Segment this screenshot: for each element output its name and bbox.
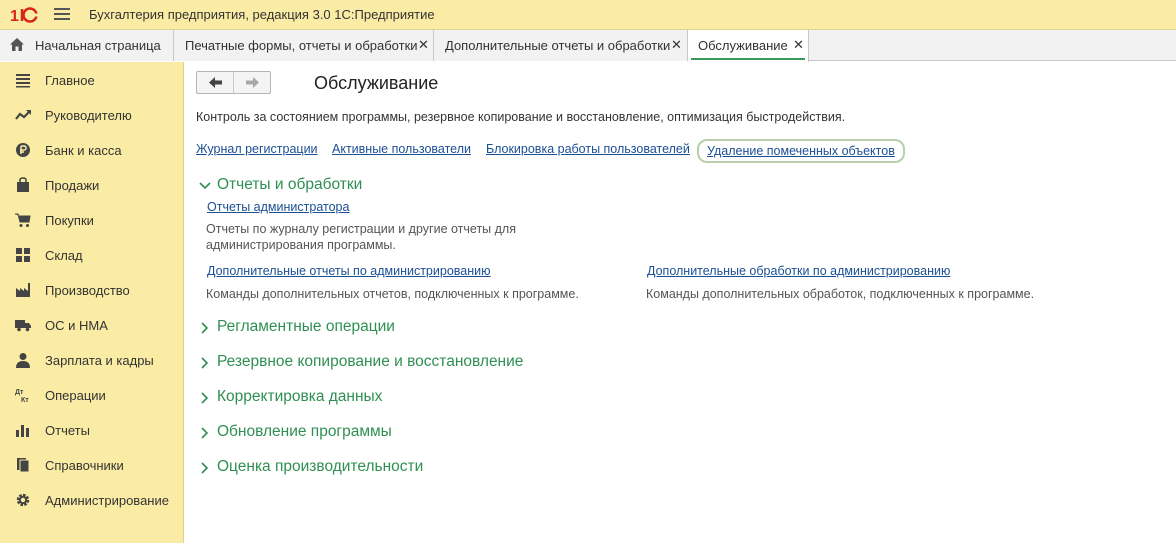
title-bar: 1 Бухгалтерия предприятия, редакция 3.0 … [0,0,1176,30]
tab-label: Печатные формы, отчеты и обработки [185,38,418,53]
gear-icon [16,493,30,507]
sidebar-item-production[interactable]: Производство [0,272,183,307]
sidebar-item-catalogs[interactable]: Справочники [0,447,183,482]
tab-additional-reports[interactable]: Дополнительные отчеты и обработки ✕ [434,30,688,61]
additional-reports-description: Команды дополнительных отчетов, подключе… [206,287,579,301]
link-admin-reports[interactable]: Отчеты администратора [207,200,349,214]
sidebar-item-operations[interactable]: Дт Кт Операции [0,377,183,412]
tab-bar: Начальная страница Печатные формы, отчет… [0,30,1176,62]
svg-text:1: 1 [10,8,19,24]
sidebar-item-purchases[interactable]: Покупки [0,202,183,237]
books-icon [17,458,30,473]
main-content: Обслуживание Контроль за состоянием прог… [185,62,1176,543]
debit-credit-icon: ДтКт [15,389,29,403]
sidebar-item-manager[interactable]: Руководителю [0,97,183,132]
main-menu-button[interactable] [54,8,70,22]
sidebar-item-main[interactable]: Главное [0,62,183,97]
sidebar-item-label: ОС и НМА [45,318,108,333]
section-title: Резервное копирование и восстановление [217,353,524,370]
sidebar-item-label: Продажи [45,178,100,193]
tab-home-label: Начальная страница [35,38,161,53]
sidebar-item-warehouse[interactable]: Склад [0,237,183,272]
link-additional-admin-reports[interactable]: Дополнительные отчеты по администрирован… [207,264,490,278]
sidebar-item-label: Главное [45,73,95,88]
tab-print-forms[interactable]: Печатные формы, отчеты и обработки ✕ [174,30,434,61]
sidebar-item-salary[interactable]: Зарплата и кадры [0,342,183,377]
page-description: Контроль за состоянием программы, резерв… [196,110,846,124]
link-event-log[interactable]: Журнал регистрации [196,142,318,156]
arrow-right-icon [246,77,259,88]
sidebar-item-administration[interactable]: Администрирование [0,482,183,517]
chevron-right-icon [201,462,209,474]
forward-button[interactable] [234,72,271,93]
svg-text:Кт: Кт [21,397,29,403]
close-icon[interactable]: ✕ [671,37,682,53]
close-icon[interactable]: ✕ [418,37,429,53]
chevron-right-icon [201,392,209,404]
list-icon [16,74,30,88]
sidebar-item-label: Отчеты [45,423,90,438]
home-icon [10,38,24,51]
factory-icon [16,283,30,297]
description-line: администрирования программы. [206,238,396,252]
nav-buttons [196,71,271,94]
sidebar-item-label: Склад [45,248,83,263]
tab-label: Дополнительные отчеты и обработки [445,38,671,53]
sidebar-item-label: Банк и касса [45,143,122,158]
active-tab-indicator [691,58,805,60]
truck-icon [15,320,31,332]
ruble-coin-icon [16,143,30,157]
additional-processors-description: Команды дополнительных обработок, подклю… [646,287,1035,301]
section-title: Оценка производительности [217,458,424,475]
sidebar-item-label: Справочники [45,458,124,473]
sidebar-item-bank[interactable]: Банк и касса [0,132,183,167]
warehouse-icon [16,248,30,262]
admin-reports-description: Отчеты по журналу регистрации и другие о… [206,221,516,253]
sidebar-item-reports[interactable]: Отчеты [0,412,183,447]
section-title: Регламентные операции [217,318,395,335]
trend-icon [15,110,31,120]
sidebar-item-sales[interactable]: Продажи [0,167,183,202]
tab-maintenance[interactable]: Обслуживание ✕ [688,30,809,62]
section-title: Обновление программы [217,423,392,440]
sidebar-item-label: Производство [45,283,130,298]
svg-text:Дт: Дт [15,389,24,396]
chevron-right-icon [201,322,209,334]
sidebar-item-label: Зарплата и кадры [45,353,154,368]
1c-logo: 1 [10,7,39,24]
shopping-bag-icon [17,177,29,192]
chevron-down-icon [199,182,211,190]
description-line: Отчеты по журналу регистрации и другие о… [206,222,516,236]
bar-chart-icon [16,425,29,437]
close-icon[interactable]: ✕ [793,37,804,53]
back-button[interactable] [197,72,234,93]
link-active-users[interactable]: Активные пользователи [332,142,471,156]
chevron-right-icon [201,357,209,369]
link-additional-admin-processors[interactable]: Дополнительные обработки по администриро… [647,264,950,278]
cart-icon [15,213,31,227]
sidebar-item-label: Покупки [45,213,94,228]
page-title: Обслуживание [314,73,439,93]
tab-label: Обслуживание [698,38,788,53]
link-delete-marked-objects[interactable]: Удаление помеченных объектов [697,139,905,163]
sidebar-item-label: Руководителю [45,108,132,123]
sidebar: Главное Руководителю Банк и касса Продаж… [0,62,184,543]
section-title: Отчеты и обработки [217,176,363,193]
tab-home[interactable]: Начальная страница [0,30,174,61]
arrow-left-icon [209,77,222,88]
sidebar-item-label: Администрирование [45,493,169,508]
app-title: Бухгалтерия предприятия, редакция 3.0 1С… [89,7,435,22]
link-block-users[interactable]: Блокировка работы пользователей [486,142,690,156]
person-icon [16,353,30,368]
sidebar-item-label: Операции [45,388,106,403]
sidebar-item-fixed-assets[interactable]: ОС и НМА [0,307,183,342]
chevron-right-icon [201,427,209,439]
section-title: Корректировка данных [217,388,383,405]
